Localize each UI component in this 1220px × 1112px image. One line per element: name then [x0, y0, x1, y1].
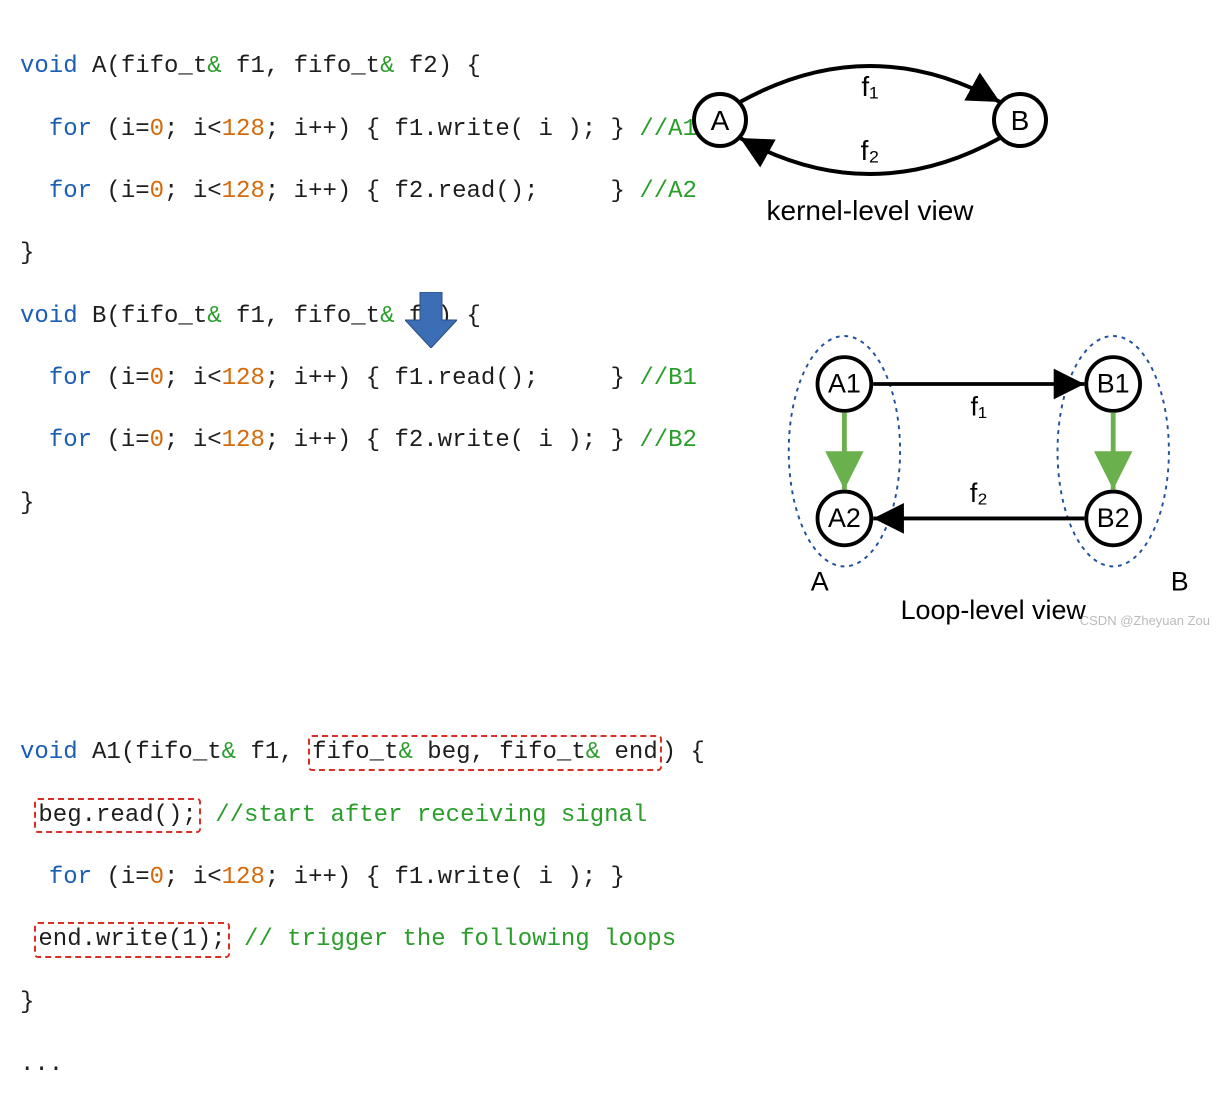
node-b2-label: B2: [1097, 503, 1130, 533]
funcA1-dots: ...: [20, 1049, 680, 1080]
node-a-label: A: [711, 105, 730, 136]
funcA-line2: for (i=0; i<128; i++) { f2.read(); } //A…: [20, 176, 680, 207]
funcA1-signature: void A1(fifo_t& f1, fifo_t& beg, fifo_t&…: [20, 737, 680, 768]
edge-f2-label-bottom: f₂: [970, 478, 988, 508]
node-a2-label: A2: [828, 503, 861, 533]
transform-arrow-icon: [405, 292, 457, 348]
node-b1-label: B1: [1097, 369, 1130, 399]
kernel-caption: kernel-level view: [767, 195, 975, 226]
funcB-close: }: [20, 488, 680, 519]
funcA1-endwrite: end.write(1); // trigger the following l…: [20, 924, 680, 955]
funcA1-close: }: [20, 987, 680, 1018]
group-b-label: B: [1171, 566, 1189, 596]
code-block: void A(fifo_t& f1, fifo_t& f2) { for (i=…: [20, 20, 680, 1112]
funcA-line1: for (i=0; i<128; i++) { f1.write( i ); }…: [20, 114, 680, 145]
edge-f1-label-bottom: f₁: [971, 392, 988, 422]
watermark: CSDN @Zheyuan Zou: [1080, 613, 1210, 628]
funcB-line2: for (i=0; i<128; i++) { f2.write( i ); }…: [20, 425, 680, 456]
highlight-signature-params: fifo_t& beg, fifo_t& end: [308, 735, 662, 770]
loop-level-graph: A1 A2 B1 B2 f₁ f₂ A B Loop-level view: [758, 330, 1220, 630]
highlight-beg-read: beg.read();: [34, 798, 200, 833]
highlight-end-write: end.write(1);: [34, 922, 229, 957]
kw-void: void: [20, 53, 78, 80]
funcA-close: }: [20, 238, 680, 269]
kernel-level-graph: A B f₁ f₂ kernel-level view: [640, 40, 1200, 240]
funcA1-begread: beg.read(); //start after receiving sign…: [20, 800, 680, 831]
edge-f1-label: f₁: [861, 71, 878, 102]
funcA1-for: for (i=0; i<128; i++) { f1.write( i ); }: [20, 862, 680, 893]
node-a1-label: A1: [828, 369, 861, 399]
group-a-label: A: [811, 566, 829, 596]
node-b-label: B: [1011, 105, 1030, 136]
funcB-line1: for (i=0; i<128; i++) { f1.read(); } //B…: [20, 363, 680, 394]
loop-caption: Loop-level view: [901, 595, 1087, 625]
edge-f2-label: f₂: [861, 135, 880, 166]
funcB-signature: void B(fifo_t& f1, fifo_t& f2) {: [20, 301, 680, 332]
funcA-signature: void A(fifo_t& f1, fifo_t& f2) {: [20, 51, 680, 82]
